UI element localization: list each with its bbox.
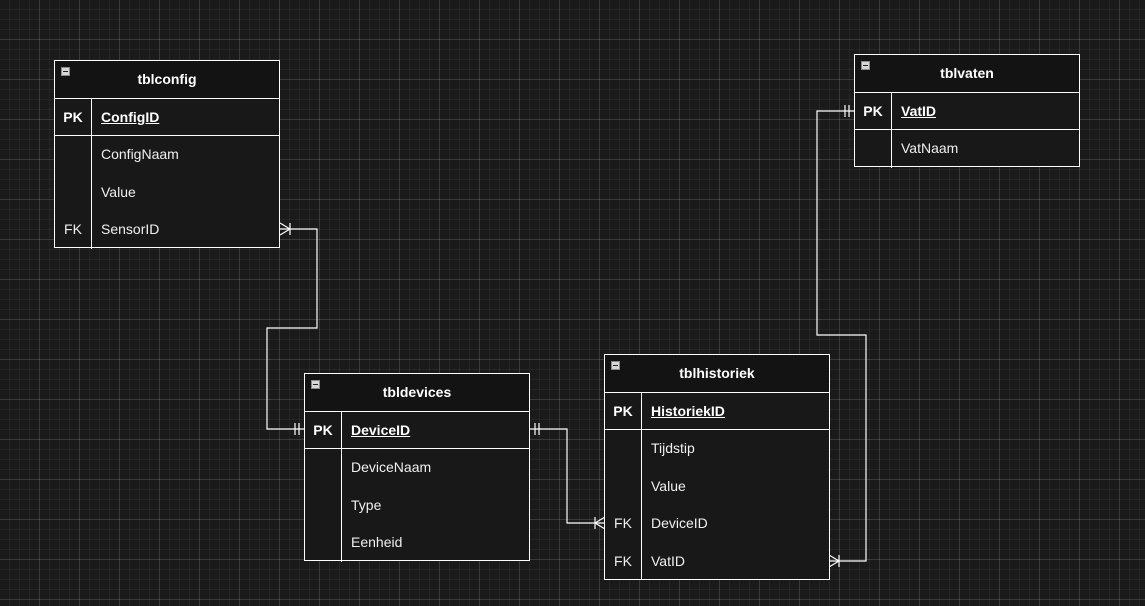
entity-row[interactable]: PK HistoriekID [605, 393, 829, 430]
relationship-line-devices-historiek [529, 428, 605, 524]
field-name: HistoriekID [651, 403, 725, 419]
field-name: ConfigID [101, 109, 160, 125]
key-label: PK [313, 422, 333, 438]
collapse-icon[interactable] [861, 61, 870, 70]
entity-title: tblhistoriek [679, 365, 755, 381]
entity-tbldevices[interactable]: tbldevices PK DeviceID DeviceNaam Type E… [304, 373, 530, 562]
entity-row[interactable]: PK ConfigID [55, 99, 279, 136]
entity-row[interactable]: ConfigNaam [55, 136, 279, 174]
entity-header[interactable]: tblconfig [55, 61, 279, 99]
one-marker-devices-left [294, 423, 300, 435]
entity-row[interactable]: FK SensorID [55, 211, 279, 249]
key-label: FK [64, 221, 82, 237]
field-name: Type [351, 496, 382, 513]
field-name: VatID [651, 552, 685, 569]
entity-tblconfig[interactable]: tblconfig PK ConfigID ConfigNaam Value F… [54, 60, 280, 249]
entity-row[interactable]: FK DeviceID [605, 505, 829, 543]
field-name: DeviceID [651, 515, 708, 531]
field-name: VatID [901, 103, 937, 119]
entity-header[interactable]: tbldevices [305, 374, 529, 412]
field-name: Eenheid [351, 534, 403, 550]
key-label: FK [614, 552, 632, 569]
field-name: SensorID [101, 221, 160, 237]
entity-header[interactable]: tblhistoriek [605, 355, 829, 393]
key-label: FK [614, 515, 632, 531]
entity-row[interactable]: Eenheid [305, 524, 529, 562]
entity-row[interactable]: Tijdstip [605, 430, 829, 468]
entity-row[interactable]: FK VatID [605, 543, 829, 581]
many-marker-historiek-vatid [828, 554, 841, 568]
key-label: PK [613, 403, 633, 419]
entity-row[interactable]: PK VatID [855, 93, 1079, 130]
field-name: Tijdstip [651, 440, 695, 456]
key-label: PK [863, 103, 883, 119]
entity-row[interactable]: VatNaam [855, 130, 1079, 168]
one-marker-vaten-left [844, 105, 850, 117]
entity-title: tbldevices [382, 384, 452, 400]
entity-title: tblconfig [137, 71, 197, 87]
field-name: VatNaam [901, 140, 959, 156]
key-label: PK [63, 109, 83, 125]
entity-body: PK ConfigID ConfigNaam Value FK SensorID [55, 99, 279, 249]
field-name: Value [651, 477, 686, 494]
field-name: DeviceNaam [351, 459, 432, 475]
field-name: DeviceID [351, 422, 411, 438]
entity-row[interactable]: DeviceNaam [305, 449, 529, 487]
collapse-icon[interactable] [611, 361, 620, 370]
collapse-icon[interactable] [311, 380, 320, 389]
entity-tblhistoriek[interactable]: tblhistoriek PK HistoriekID Tijdstip Val… [604, 354, 830, 580]
entity-body: PK HistoriekID Tijdstip Value FK DeviceI… [605, 393, 829, 580]
entity-tblvaten[interactable]: tblvaten PK VatID VatNaam [854, 54, 1080, 168]
one-marker-devices-right [534, 423, 540, 435]
entity-title: tblvaten [940, 65, 994, 81]
entity-body: PK VatID VatNaam [855, 93, 1079, 168]
entity-row[interactable]: Value [55, 174, 279, 212]
entity-row[interactable]: PK DeviceID [305, 412, 529, 449]
field-name: ConfigNaam [101, 146, 179, 162]
field-name: Value [101, 183, 136, 200]
entity-row[interactable]: Type [305, 487, 529, 525]
collapse-icon[interactable] [61, 67, 70, 76]
entity-row[interactable]: Value [605, 468, 829, 506]
er-diagram-canvas[interactable]: tblconfig PK ConfigID ConfigNaam Value F… [0, 0, 1145, 606]
entity-header[interactable]: tblvaten [855, 55, 1079, 93]
many-marker-config-sensorid [279, 222, 292, 236]
entity-body: PK DeviceID DeviceNaam Type Eenheid [305, 412, 529, 562]
